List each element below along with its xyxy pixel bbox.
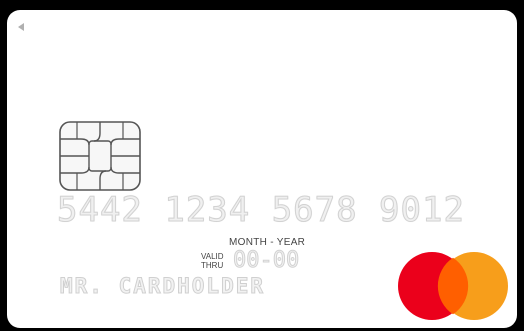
expiry-date: 00-00 <box>232 248 300 274</box>
back-arrow-icon[interactable] <box>18 23 24 31</box>
valid-thru-label: VALID THRU <box>201 252 231 270</box>
credit-card: 5442 1234 5678 9012 MONTH - YEAR VALID T… <box>7 10 517 328</box>
thru-label: THRU <box>201 261 224 270</box>
mastercard-logo-icon <box>397 251 509 321</box>
valid-label: VALID <box>201 252 224 261</box>
emv-chip-icon <box>59 121 141 191</box>
expiry-caption: MONTH - YEAR <box>229 237 306 248</box>
cardholder-name: MR. CARDHOLDER <box>59 274 266 299</box>
card-number: 5442 1234 5678 9012 <box>57 190 465 231</box>
